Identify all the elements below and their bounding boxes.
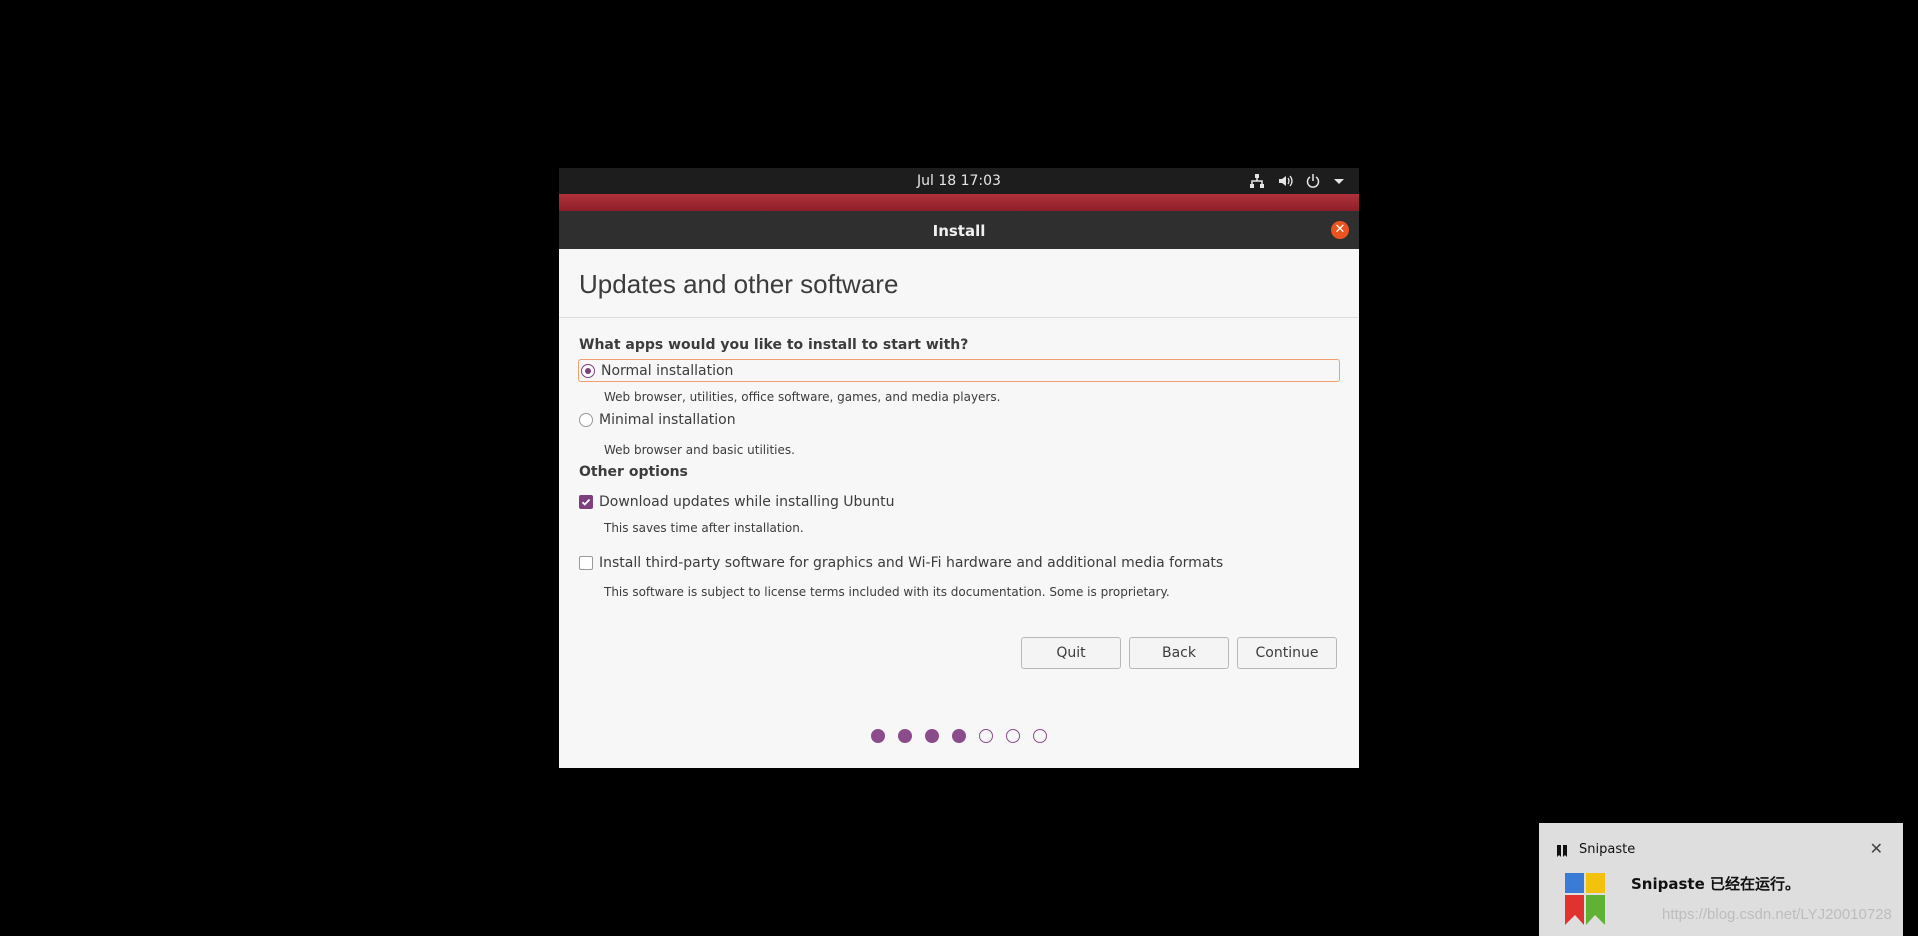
- progress-dot-done: [925, 729, 939, 743]
- other-options-title: Other options: [579, 464, 688, 480]
- clock[interactable]: Jul 18 17:03: [559, 173, 1359, 189]
- apps-question: What apps would you like to install to s…: [579, 337, 969, 353]
- third-party-desc: This software is subject to license term…: [604, 585, 1170, 599]
- progress-dot-done: [898, 729, 912, 743]
- checkbox-checked-icon[interactable]: [579, 495, 593, 509]
- download-updates-checkbox[interactable]: Download updates while installing Ubuntu: [579, 494, 895, 510]
- page-title: Updates and other software: [579, 269, 899, 299]
- progress-dot-pending: [1006, 729, 1020, 743]
- download-updates-desc: This saves time after installation.: [604, 521, 804, 535]
- volume-icon[interactable]: [1277, 173, 1293, 189]
- normal-installation-desc: Web browser, utilities, office software,…: [604, 390, 1001, 404]
- desktop-band: [559, 194, 1359, 211]
- window-body: Updates and other software What apps wou…: [559, 249, 1359, 768]
- minimal-installation-label: Minimal installation: [599, 412, 736, 428]
- divider: [559, 317, 1359, 318]
- radio-unselected-icon[interactable]: [579, 413, 593, 427]
- radio-selected-icon[interactable]: [581, 363, 595, 378]
- normal-installation-radio[interactable]: Normal installation: [578, 359, 1340, 382]
- top-bar: Jul 18 17:03: [559, 168, 1359, 194]
- progress-dots: [559, 729, 1359, 743]
- snipaste-logo: [1565, 873, 1605, 929]
- snipaste-app-icon: [1556, 843, 1568, 862]
- continue-button[interactable]: Continue: [1237, 637, 1337, 669]
- system-tray[interactable]: [1249, 173, 1345, 189]
- progress-dot-pending: [1033, 729, 1047, 743]
- download-updates-label: Download updates while installing Ubuntu: [599, 494, 895, 510]
- minimal-installation-radio[interactable]: Minimal installation: [579, 412, 736, 428]
- normal-installation-label: Normal installation: [601, 362, 734, 379]
- window-title: Install: [932, 222, 986, 240]
- checkbox-unchecked-icon[interactable]: [579, 556, 593, 570]
- notification-message: Snipaste 已经在运行。: [1631, 875, 1800, 893]
- progress-dot-pending: [979, 729, 993, 743]
- back-button[interactable]: Back: [1129, 637, 1229, 669]
- minimal-installation-desc: Web browser and basic utilities.: [604, 443, 795, 457]
- quit-button[interactable]: Quit: [1021, 637, 1121, 669]
- progress-dot-done: [871, 729, 885, 743]
- third-party-checkbox[interactable]: Install third-party software for graphic…: [579, 555, 1223, 571]
- watermark-text: https://blog.csdn.net/LYJ20010728: [1662, 906, 1892, 923]
- notification-close-icon[interactable]: ✕: [1870, 839, 1883, 858]
- notification-app-name: Snipaste: [1579, 842, 1636, 857]
- network-icon[interactable]: [1249, 173, 1265, 189]
- power-icon[interactable]: [1305, 173, 1321, 189]
- window-titlebar[interactable]: Install ✕: [559, 211, 1359, 249]
- dropdown-arrow-icon[interactable]: [1333, 175, 1345, 187]
- close-icon[interactable]: ✕: [1331, 221, 1349, 239]
- third-party-label: Install third-party software for graphic…: [599, 555, 1224, 571]
- progress-dot-done: [952, 729, 966, 743]
